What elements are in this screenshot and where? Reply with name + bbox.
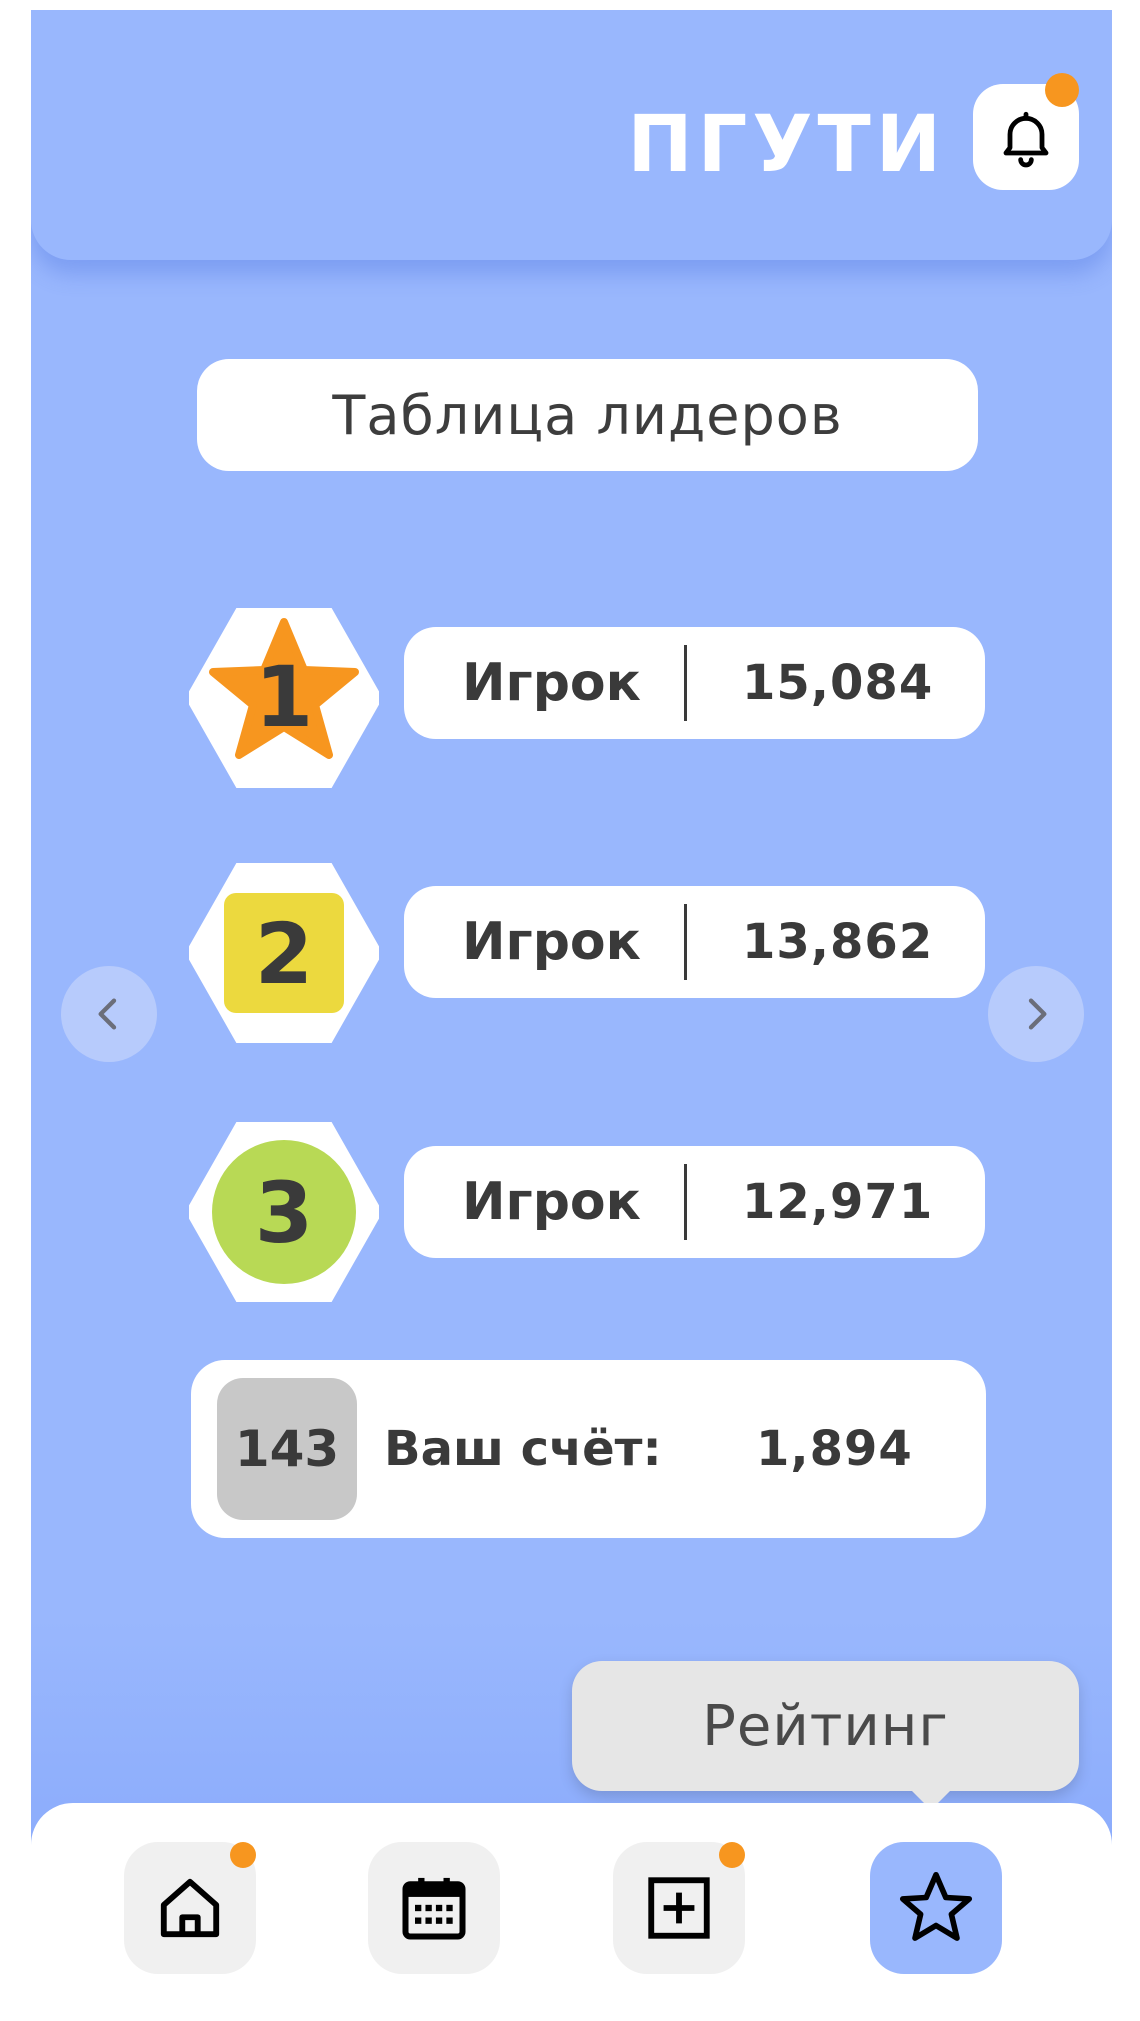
player-name: Игрок [462, 1172, 641, 1232]
divider [684, 645, 687, 721]
leader-card-2[interactable]: Игрок 13,862 [404, 886, 985, 998]
rank-2-number: 2 [255, 905, 313, 1003]
your-score-value: 1,894 [756, 1421, 913, 1477]
rank-3-badge: 3 [189, 1122, 379, 1302]
rank-1-number: 1 [255, 648, 313, 746]
leaderboard-title: Таблица лидеров [197, 359, 978, 471]
brand-logo-text: ПГУТИ [627, 100, 946, 190]
home-icon [160, 1878, 220, 1938]
rank-1-badge: 1 [189, 608, 379, 788]
divider [684, 904, 687, 980]
rank-2-badge: 2 [189, 863, 379, 1043]
bottom-navigation [31, 1803, 1112, 2021]
bell-icon [1003, 111, 1049, 168]
star-icon [899, 1871, 973, 1941]
chevron-right-icon [1028, 998, 1047, 1030]
your-rank: 143 [217, 1378, 357, 1520]
header: ПГУТИ [31, 10, 1112, 260]
plus-square-icon [648, 1877, 710, 1939]
rating-tooltip: Рейтинг [572, 1661, 1079, 1791]
nav-calendar-button[interactable] [368, 1842, 500, 1974]
leader-card-1[interactable]: Игрок 15,084 [404, 627, 985, 739]
your-score-card[interactable]: 143 Ваш счёт: 1,894 [191, 1360, 986, 1538]
divider [684, 1164, 687, 1240]
nav-rating-button[interactable] [870, 1842, 1002, 1974]
player-score: 15,084 [742, 655, 934, 711]
chevron-left-icon [98, 998, 117, 1030]
your-score-label: Ваш счёт: [384, 1421, 662, 1477]
player-score: 13,862 [742, 914, 934, 970]
next-button[interactable] [988, 966, 1084, 1062]
rank-3-number: 3 [255, 1164, 313, 1262]
add-notification-dot [719, 1842, 745, 1868]
player-score: 12,971 [742, 1174, 934, 1230]
calendar-icon [402, 1877, 466, 1940]
player-name: Игрок [462, 653, 641, 713]
player-name: Игрок [462, 912, 641, 972]
notification-dot [1045, 73, 1079, 107]
leader-card-3[interactable]: Игрок 12,971 [404, 1146, 985, 1258]
previous-button[interactable] [61, 966, 157, 1062]
app-screen: ПГУТИ Таблица лидеров 1 Игрок 15,084 2 И… [31, 10, 1112, 2021]
home-notification-dot [230, 1842, 256, 1868]
